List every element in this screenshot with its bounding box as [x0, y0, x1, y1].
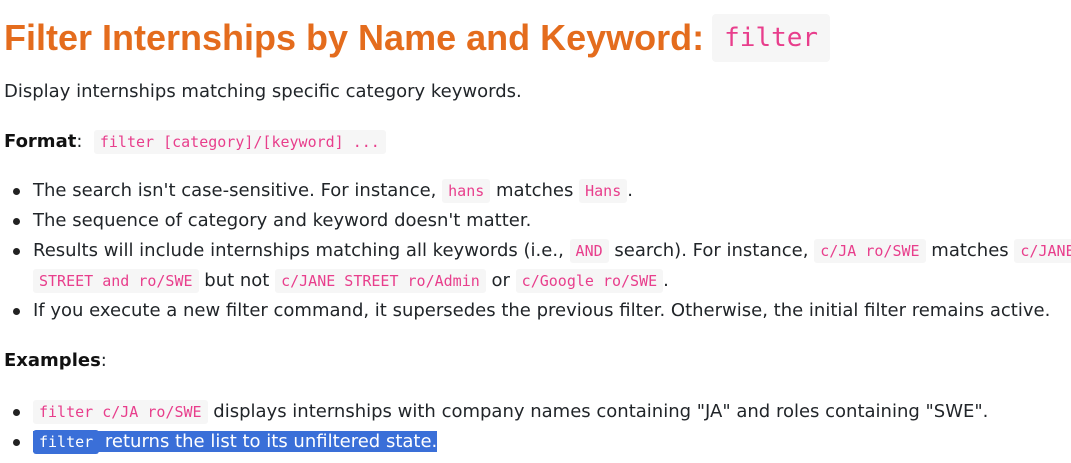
notes-list: The search isn't case-sensitive. For ins…: [4, 176, 1071, 326]
note-and-search-continued: STREET and ro/SWE but not c/JANE STREET …: [4, 266, 1066, 296]
example-code-1: filter c/JA ro/SWE: [33, 400, 208, 424]
description-paragraph: Display internships matching specific ca…: [4, 81, 522, 102]
examples-paragraph: Examples:: [4, 350, 107, 371]
example-code-2: filter: [33, 430, 100, 454]
selected-text[interactable]: filter returns the list to its unfiltere…: [33, 430, 438, 454]
note-order: The sequence of category and keyword doe…: [4, 206, 1066, 236]
section-heading: Filter Internships by Name and Keyword: f…: [4, 14, 831, 62]
example-item-1: filter c/JA ro/SWE displays internships …: [4, 397, 1066, 427]
example-item-2: filter returns the list to its unfiltere…: [4, 427, 1066, 457]
examples-label: Examples: [4, 350, 101, 371]
code-ja-swe: c/JA ro/SWE: [814, 239, 926, 263]
note-supersede: If you execute a new filter command, it …: [4, 296, 1066, 326]
code-jane-part1: c/JANE: [1014, 239, 1071, 263]
code-jane-admin: c/JANE STREET ro/Admin: [275, 269, 486, 293]
heading-command-code: filter: [712, 14, 831, 62]
format-label: Format: [4, 131, 77, 152]
note-case-insensitive: The search isn't case-sensitive. For ins…: [4, 176, 1066, 206]
note-and-search: Results will include internships matchin…: [4, 236, 1071, 266]
code-and: AND: [569, 239, 609, 263]
code-hans-lower: hans: [442, 179, 491, 203]
format-code: filter [category]/[keyword] ...: [93, 130, 386, 154]
examples-list: filter c/JA ro/SWE displays internships …: [4, 397, 1066, 457]
code-hans-upper: Hans: [579, 179, 628, 203]
format-paragraph: Format: filter [category]/[keyword] ...: [4, 127, 386, 157]
code-google-swe: c/Google ro/SWE: [515, 269, 664, 293]
heading-text: Filter Internships by Name and Keyword:: [4, 17, 705, 58]
code-jane-part2: STREET and ro/SWE: [33, 269, 199, 293]
